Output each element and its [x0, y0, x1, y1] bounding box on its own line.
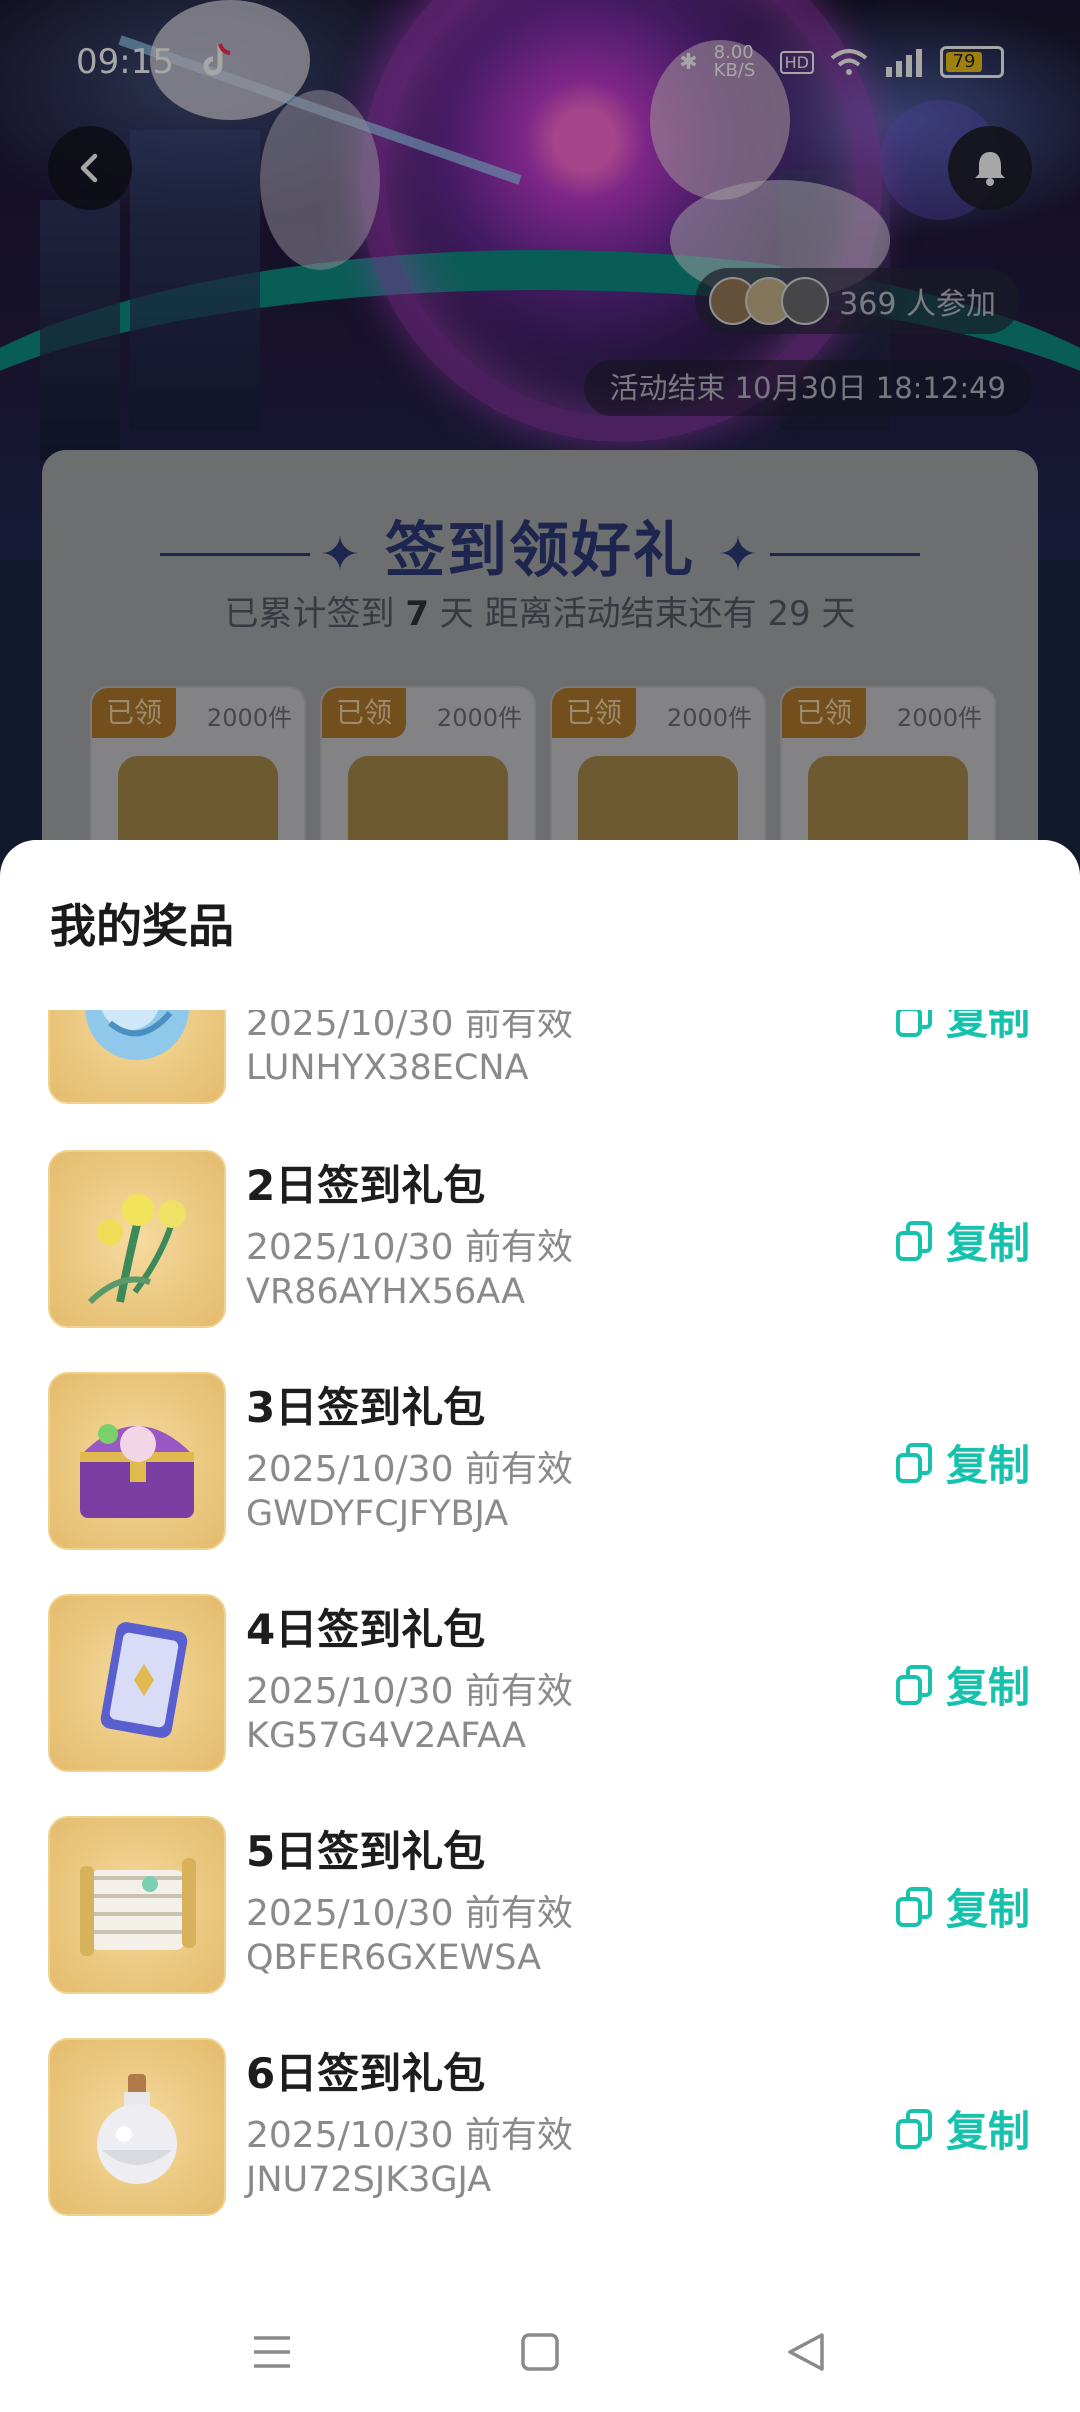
prize-code: QBFER6GXEWSA — [246, 1938, 542, 1978]
copy-icon — [895, 1010, 932, 1037]
copy-label: 复制 — [945, 1219, 1030, 1268]
prize-item: 2025/10/30 前有效 LUNHYX38ECNA 复制 — [0, 1010, 1080, 1106]
prize-item: 3日签到礼包 2025/10/30 前有效 GWDYFCJFYBJA 复制 — [0, 1372, 1080, 1552]
prize-code: VR86AYHX56AA — [246, 1272, 526, 1312]
copy-label: 复制 — [945, 1663, 1030, 1712]
prize-validity: 2025/10/30 前有效 — [246, 1893, 573, 1934]
prize-validity: 2025/10/30 前有效 — [246, 1010, 573, 1044]
prize-item: 5日签到礼包 2025/10/30 前有效 QBFER6GXEWSA 复制 — [0, 1816, 1080, 1996]
prize-list[interactable]: 2025/10/30 前有效 LUNHYX38ECNA 复制 2日签到礼包 20… — [0, 1010, 1080, 2380]
prize-code: KG57G4V2AFAA — [246, 1716, 526, 1756]
blue-orb-icon — [48, 1010, 226, 1104]
prize-item: 2日签到礼包 2025/10/30 前有效 VR86AYHX56AA 复制 — [0, 1150, 1080, 1330]
copy-button[interactable]: 复制 — [892, 1654, 1030, 1715]
prize-name: 6日签到礼包 — [246, 2049, 486, 2098]
copy-button[interactable]: 复制 — [892, 1010, 1030, 1047]
copy-icon — [895, 2108, 932, 2149]
copy-button[interactable]: 复制 — [892, 1876, 1030, 1937]
prize-name: 4日签到礼包 — [246, 1605, 486, 1654]
prize-validity: 2025/10/30 前有效 — [246, 2115, 573, 2156]
home-icon[interactable] — [518, 2330, 562, 2374]
prize-item: 6日签到礼包 2025/10/30 前有效 JNU72SJK3GJA 复制 — [0, 2038, 1080, 2218]
copy-icon — [895, 1442, 932, 1483]
copy-label: 复制 — [945, 1441, 1030, 1490]
copy-label: 复制 — [945, 1885, 1030, 1934]
copy-icon — [895, 1886, 932, 1927]
flower-icon — [48, 1150, 226, 1328]
potion-bottle-icon — [48, 2038, 226, 2216]
prize-validity: 2025/10/30 前有效 — [246, 1227, 573, 1268]
copy-button[interactable]: 复制 — [892, 2098, 1030, 2159]
prize-code: GWDYFCJFYBJA — [246, 1494, 509, 1534]
copy-label: 复制 — [945, 2107, 1030, 2156]
copy-icon — [895, 1220, 932, 1261]
prize-validity: 2025/10/30 前有效 — [246, 1671, 573, 1712]
back-nav-icon[interactable] — [784, 2330, 828, 2374]
copy-label: 复制 — [945, 1010, 1030, 1044]
prize-code: JNU72SJK3GJA — [246, 2160, 492, 2200]
sheet-title: 我的奖品 — [50, 899, 234, 953]
prize-item: 4日签到礼包 2025/10/30 前有效 KG57G4V2AFAA 复制 — [0, 1594, 1080, 1774]
prize-name: 3日签到礼包 — [246, 1383, 486, 1432]
copy-icon — [895, 1664, 932, 1705]
prize-name: 5日签到礼包 — [246, 1827, 486, 1876]
scroll-icon — [48, 1816, 226, 1994]
my-prizes-sheet: 我的奖品 2025/10/30 前有效 LUNHYX38ECNA 复制 2日签到… — [0, 840, 1080, 2412]
system-nav-bar — [0, 2290, 1080, 2412]
copy-button[interactable]: 复制 — [892, 1432, 1030, 1493]
prize-validity: 2025/10/30 前有效 — [246, 1449, 573, 1490]
prize-code: LUNHYX38ECNA — [246, 1048, 529, 1088]
treasure-chest-icon — [48, 1372, 226, 1550]
prize-name: 2日签到礼包 — [246, 1161, 486, 1210]
menu-icon[interactable] — [250, 2330, 294, 2374]
card-icon — [48, 1594, 226, 1772]
copy-button[interactable]: 复制 — [892, 1210, 1030, 1271]
